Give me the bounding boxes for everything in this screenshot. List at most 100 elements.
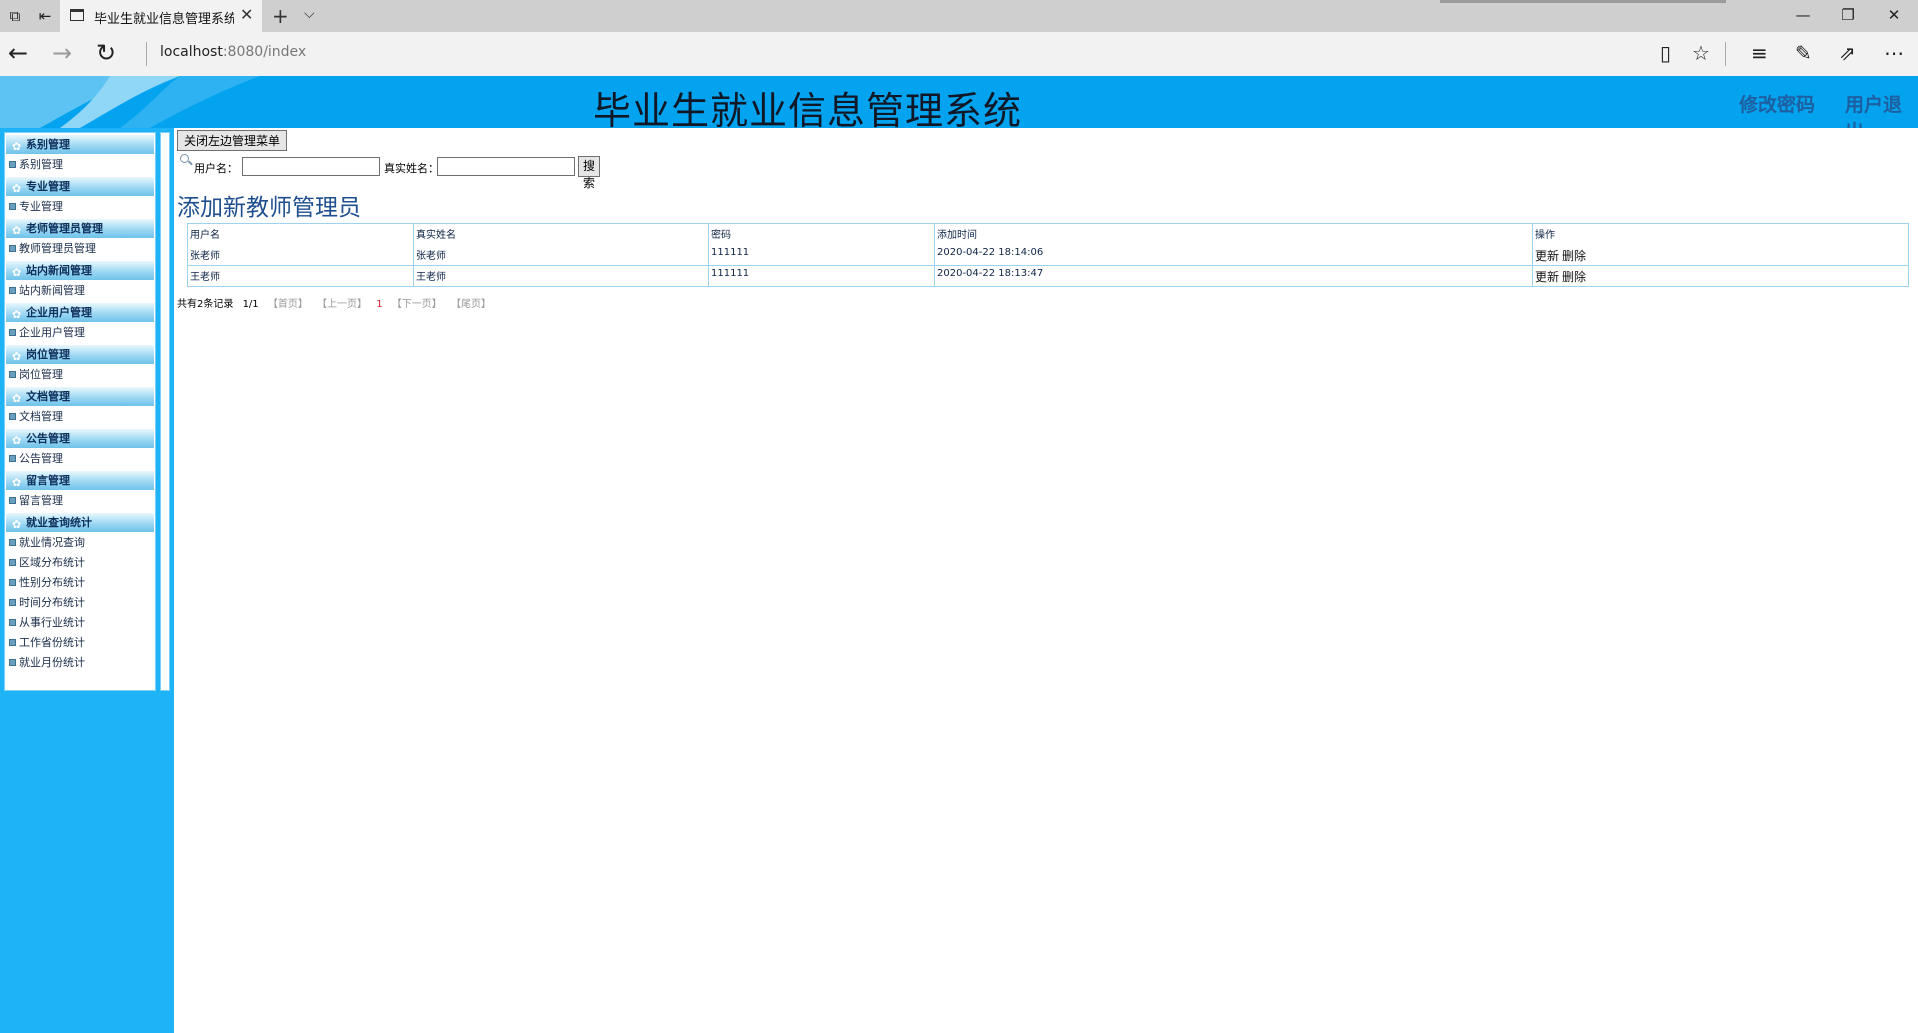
menu-group-icon: ✿	[12, 308, 22, 321]
sidebar-menu: ✿ 系别管理 系别管理 ✿ 专业管理 专业管理 ✿ 老师管理员管理 教师管理员管理 ✿ 站内新闻管理…	[4, 132, 156, 691]
minimize-icon[interactable]: —	[1793, 6, 1813, 24]
realname-input[interactable]	[437, 157, 575, 176]
search-icon	[180, 154, 189, 163]
tab-list-chevron-icon[interactable]: ⌵	[304, 6, 315, 22]
forward-arrow-icon[interactable]: →	[52, 40, 72, 66]
sidebar-item[interactable]: 就业月份统计	[5, 653, 155, 673]
sidebar-item[interactable]: 公告管理	[5, 449, 155, 469]
actions-cell: 更新 删除	[1532, 265, 1909, 287]
page-icon	[70, 9, 84, 21]
sidebar-item[interactable]: 就业情况查询	[5, 533, 155, 553]
update-link[interactable]: 更新	[1535, 249, 1559, 263]
url-host: localhost	[160, 44, 223, 60]
sidebar-item[interactable]: 区域分布统计	[5, 553, 155, 573]
hub-icon[interactable]: ≡	[1751, 41, 1768, 65]
sidebar-item[interactable]: 时间分布统计	[5, 593, 155, 613]
search-button[interactable]: 搜索	[578, 156, 601, 190]
menu-group-header[interactable]: ✿ 公告管理	[6, 429, 154, 448]
delete-link[interactable]: 删除	[1562, 270, 1586, 284]
logout-link[interactable]: 用户退出	[1845, 90, 1918, 128]
username-cell: 张老师	[187, 244, 414, 266]
sidebar-item[interactable]: 性别分布统计	[5, 573, 155, 593]
menu-group-title: 就业查询统计	[26, 516, 92, 529]
sidebar-item[interactable]: 企业用户管理	[5, 323, 155, 343]
close-window-icon[interactable]: ✕	[1884, 6, 1904, 24]
menu-group-header[interactable]: ✿ 就业查询统计	[6, 513, 154, 532]
sidebar-item[interactable]: 从事行业统计	[5, 613, 155, 633]
menu-group-title: 系别管理	[26, 138, 70, 151]
more-icon[interactable]: ⋯	[1884, 41, 1904, 65]
sidebar-item-label: 就业情况查询	[19, 536, 85, 549]
column-header: 真实姓名	[413, 223, 709, 245]
last-page-link[interactable]: 【尾页】	[451, 299, 491, 310]
menu-group-header[interactable]: ✿ 系别管理	[6, 135, 154, 154]
separator	[1725, 42, 1726, 66]
prev-page-link[interactable]: 【上一页】	[317, 299, 367, 310]
first-page-link[interactable]: 【首页】	[268, 299, 308, 310]
sidebar-item[interactable]: 留言管理	[5, 491, 155, 511]
realname-cell: 张老师	[413, 244, 709, 266]
username-input[interactable]	[242, 157, 380, 176]
menu-group-header[interactable]: ✿ 老师管理员管理	[6, 219, 154, 238]
sidebar-item[interactable]: 文档管理	[5, 407, 155, 427]
username-label: 用户名：	[194, 162, 238, 175]
change-password-link[interactable]: 修改密码	[1739, 90, 1815, 117]
bullet-icon	[9, 371, 16, 378]
menu-group-header[interactable]: ✿ 岗位管理	[6, 345, 154, 364]
update-link[interactable]: 更新	[1535, 270, 1559, 284]
sidebar-item[interactable]: 专业管理	[5, 197, 155, 217]
bullet-icon	[9, 659, 16, 666]
tab-title: 毕业生就业信息管理系统	[94, 12, 234, 27]
column-header: 操作	[1532, 223, 1909, 245]
bullet-icon	[9, 245, 16, 252]
menu-group-header[interactable]: ✿ 专业管理	[6, 177, 154, 196]
share-icon[interactable]: ⇗	[1839, 41, 1856, 65]
realname-cell: 王老师	[413, 265, 709, 287]
table-header-row: 用户名 真实姓名 密码 添加时间 操作	[187, 223, 1909, 245]
column-header: 用户名	[187, 223, 414, 245]
menu-group-title: 企业用户管理	[26, 306, 92, 319]
sidebar-item[interactable]: 工作省份统计	[5, 633, 155, 653]
sidebar-item[interactable]: 站内新闻管理	[5, 281, 155, 301]
menu-group-icon: ✿	[12, 182, 22, 195]
sidebar-scrollbar[interactable]	[160, 132, 170, 691]
pen-icon[interactable]: ✎	[1795, 41, 1812, 65]
back-arrow-icon[interactable]: ←	[8, 40, 28, 66]
refresh-icon[interactable]: ↻	[96, 40, 116, 66]
menu-group-header[interactable]: ✿ 企业用户管理	[6, 303, 154, 322]
set-aside-tabs-icon[interactable]: ⇤	[34, 6, 56, 26]
restore-icon[interactable]: ❐	[1838, 6, 1858, 24]
sidebar-item-label: 工作省份统计	[19, 636, 85, 649]
close-left-menu-button[interactable]: 关闭左边管理菜单	[177, 130, 288, 151]
added-time-cell: 2020-04-22 18:14:06	[934, 244, 1533, 266]
column-header: 添加时间	[934, 223, 1533, 245]
realname-label: 真实姓名：	[384, 162, 439, 175]
close-tab-icon[interactable]: ✕	[240, 5, 253, 24]
password-cell: 111111	[708, 265, 935, 287]
sidebar-item[interactable]: 岗位管理	[5, 365, 155, 385]
tab-preview-icon[interactable]: ⧉	[4, 6, 26, 26]
favorite-star-icon[interactable]: ☆	[1692, 41, 1710, 65]
menu-group-header[interactable]: ✿ 站内新闻管理	[6, 261, 154, 280]
next-page-link[interactable]: 【下一页】	[392, 299, 442, 310]
add-teacher-admin-link[interactable]: 添加新教师管理员	[177, 188, 361, 222]
delete-link[interactable]: 删除	[1562, 249, 1586, 263]
new-tab-icon[interactable]: +	[272, 4, 289, 28]
url-field[interactable]: localhost:8080/index	[160, 44, 306, 60]
page-title: 毕业生就业信息管理系统	[592, 89, 1022, 128]
reading-view-icon[interactable]: ▯	[1660, 41, 1671, 65]
sidebar-item[interactable]: 系别管理	[5, 155, 155, 175]
browser-address-bar: ← → ↻ localhost:8080/index ▯ ☆ ≡ ✎ ⇗ ⋯	[0, 32, 1918, 76]
menu-group-header[interactable]: ✿ 留言管理	[6, 471, 154, 490]
sidebar-item-label: 专业管理	[19, 200, 63, 213]
menu-group-title: 留言管理	[26, 474, 70, 487]
teacher-admin-table: 用户名 真实姓名 密码 添加时间 操作 张老师 张老师 111111 2020-…	[187, 223, 1909, 287]
table-row: 张老师 张老师 111111 2020-04-22 18:14:06 更新 删除	[187, 244, 1909, 266]
menu-group-header[interactable]: ✿ 文档管理	[6, 387, 154, 406]
browser-tab[interactable]: 毕业生就业信息管理系统 ✕	[60, 0, 262, 32]
bullet-icon	[9, 497, 16, 504]
menu-group-title: 文档管理	[26, 390, 70, 403]
sidebar-item-label: 站内新闻管理	[19, 284, 85, 297]
sidebar-item[interactable]: 教师管理员管理	[5, 239, 155, 259]
bullet-icon	[9, 599, 16, 606]
